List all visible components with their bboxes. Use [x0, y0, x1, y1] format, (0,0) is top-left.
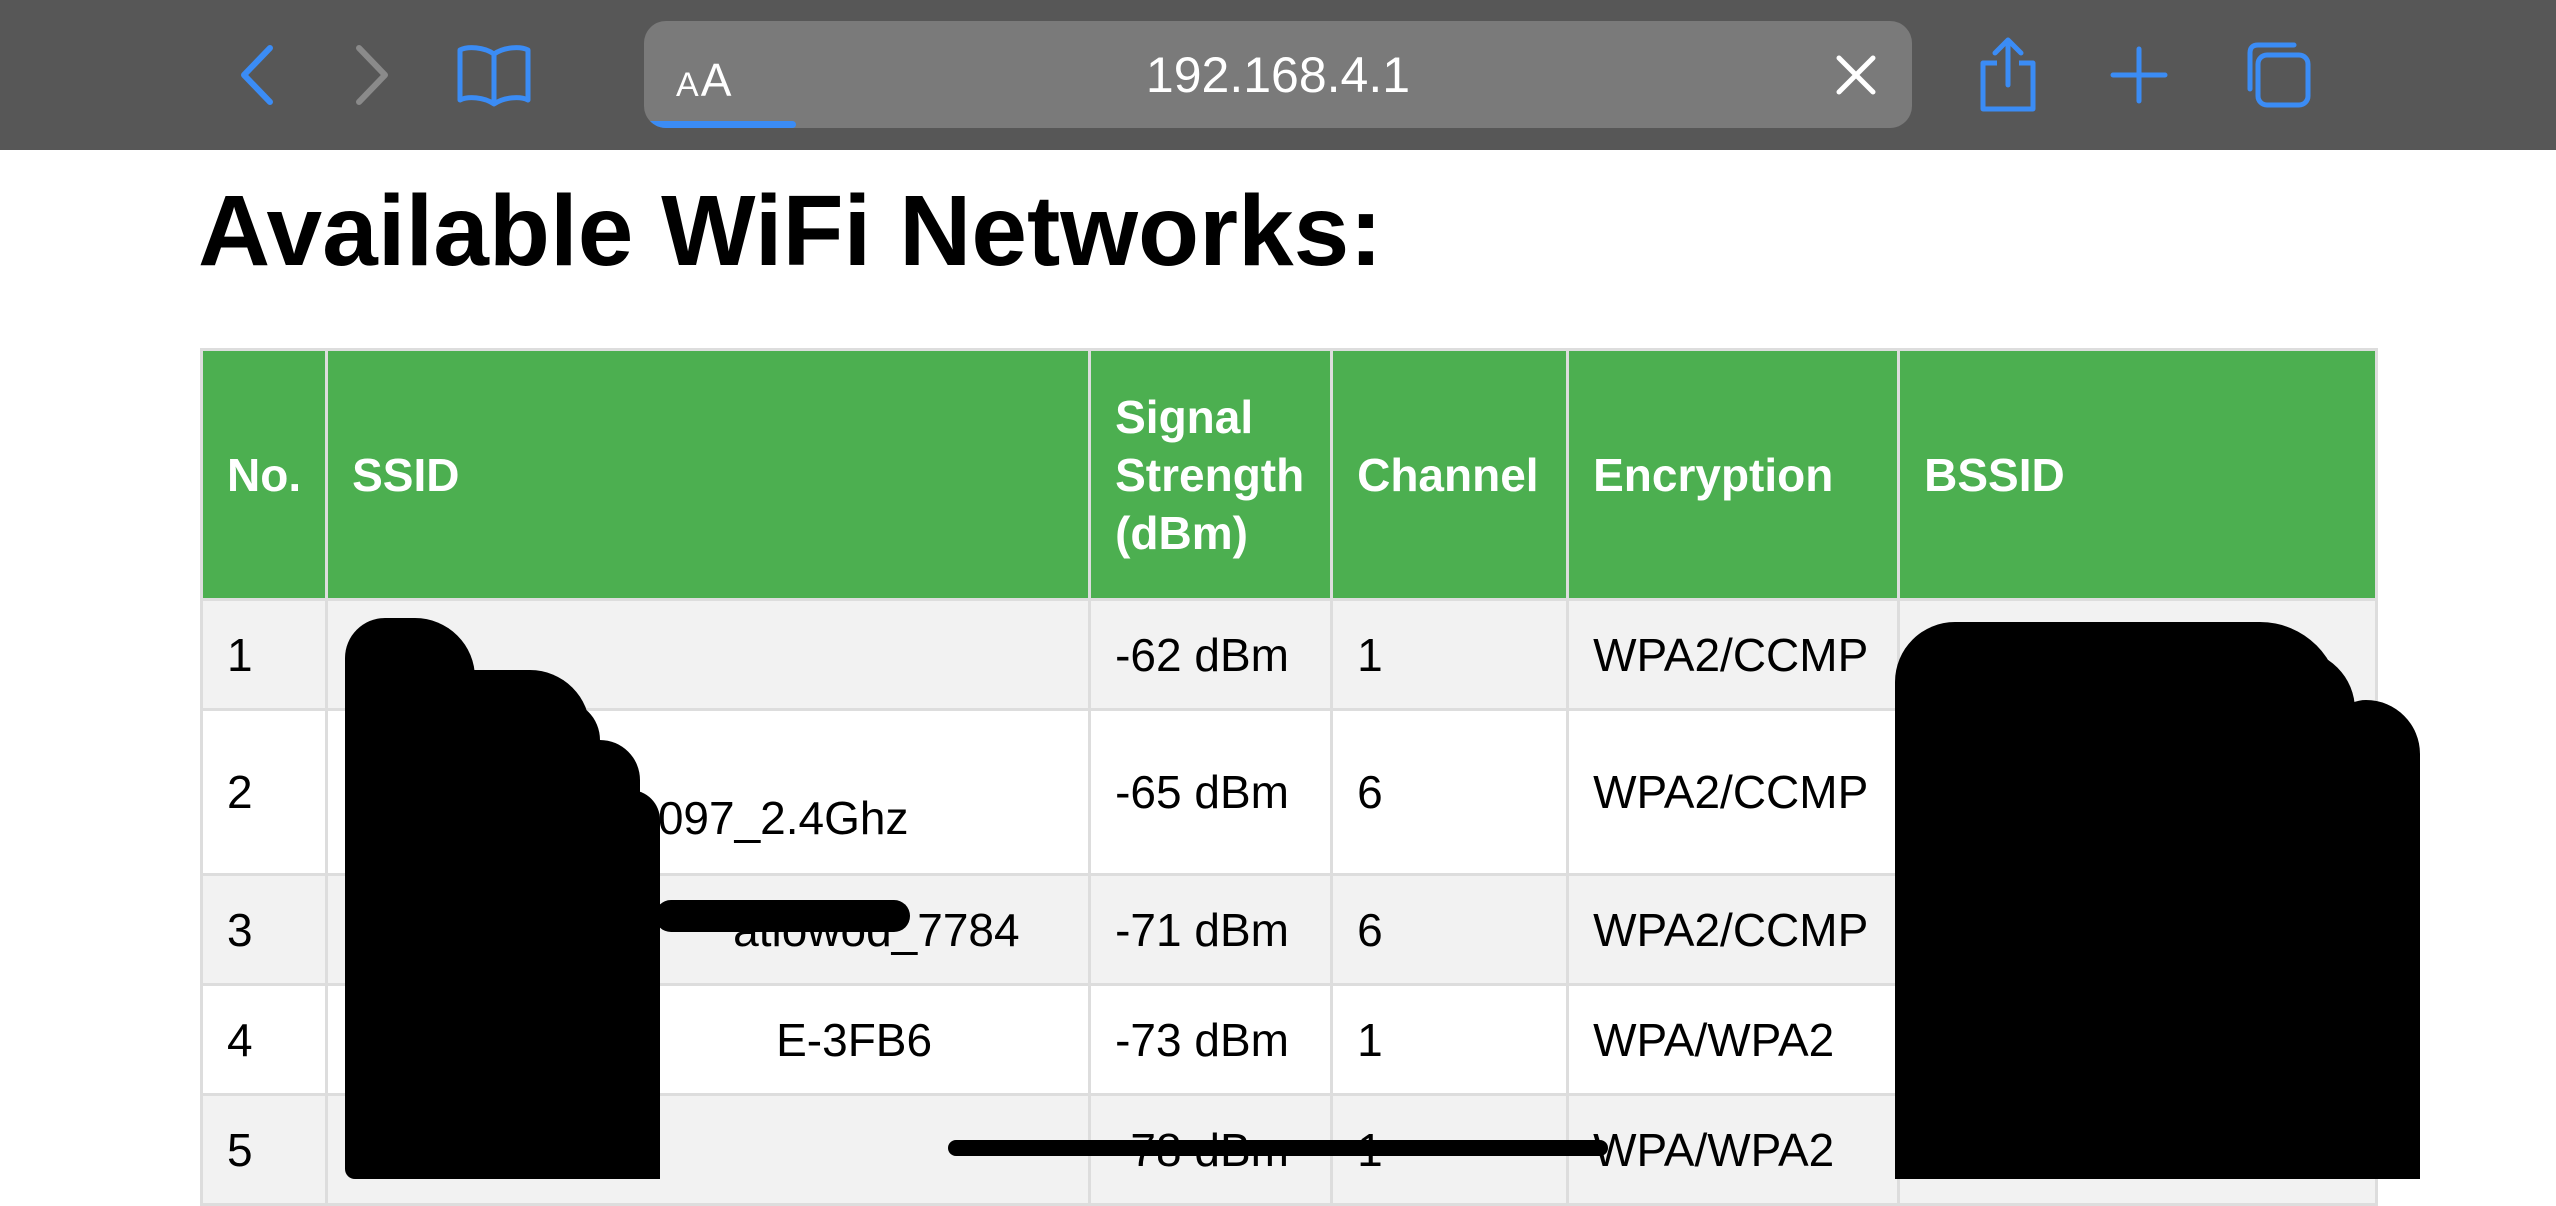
- table-row: 2 atlowod_2097_2.4Ghz -65 dBm 6 WPA2/CCM…: [199, 708, 2379, 876]
- cell-bssid: [1897, 873, 2379, 986]
- page-load-progress-bar: [644, 121, 797, 128]
- cell-signal: -73 dBm: [1088, 983, 1334, 1096]
- chevron-left-icon: [241, 45, 273, 105]
- close-icon: [1836, 55, 1876, 95]
- table-header-row: No. SSID Signal Strength (dBm) Channel E…: [199, 348, 2379, 601]
- cell-bssid: [1897, 983, 2379, 1096]
- header-no: No.: [199, 348, 329, 601]
- table-row: 4 E-3FB6 -73 dBm 1 WPA/WPA2: [199, 983, 2379, 1096]
- chevron-right-icon: [356, 45, 388, 105]
- cell-ssid: [325, 598, 1092, 711]
- share-icon: [1980, 37, 2036, 112]
- url-text[interactable]: 192.168.4.1: [644, 21, 1912, 128]
- cell-bssid: [1897, 708, 2379, 876]
- bookmarks-button[interactable]: [444, 30, 544, 120]
- cell-encryption: WPA/WPA2: [1566, 1093, 1901, 1206]
- cell-signal: -65 dBm: [1088, 708, 1334, 876]
- cell-encryption: WPA2/CCMP: [1566, 873, 1901, 986]
- share-button[interactable]: [1958, 30, 2058, 120]
- cell-bssid: [1897, 598, 2379, 711]
- cell-ssid: E-3FB6: [325, 983, 1092, 1096]
- cell-signal: -71 dBm: [1088, 873, 1334, 986]
- address-bar[interactable]: A A 192.168.4.1: [644, 21, 1912, 128]
- cell-channel: 1: [1330, 983, 1570, 1096]
- cell-no: 5: [199, 1093, 329, 1206]
- header-channel: Channel: [1330, 348, 1570, 601]
- tabs-button[interactable]: [2228, 30, 2328, 120]
- wifi-networks-table: No. SSID Signal Strength (dBm) Channel E…: [199, 348, 2379, 1206]
- cell-ssid: atlowod_2097_2.4Ghz: [325, 708, 1092, 876]
- cell-no: 2: [199, 708, 329, 876]
- cell-channel: 6: [1330, 873, 1570, 986]
- page-title: Available WiFi Networks:: [198, 175, 1383, 287]
- cell-no: 4: [199, 983, 329, 1096]
- header-bssid: BSSID: [1897, 348, 2379, 601]
- new-tab-button[interactable]: [2089, 30, 2189, 120]
- table-row: 3 atlowod_7784 -71 dBm 6 WPA2/CCMP: [199, 873, 2379, 986]
- cell-encryption: WPA2/CCMP: [1566, 598, 1901, 711]
- table-row: 1 -62 dBm 1 WPA2/CCMP: [199, 598, 2379, 711]
- plus-icon: [2110, 46, 2168, 104]
- home-indicator: [948, 1140, 1608, 1156]
- back-button[interactable]: [207, 30, 307, 120]
- cell-no: 1: [199, 598, 329, 711]
- header-encryption: Encryption: [1566, 348, 1901, 601]
- cell-signal: -62 dBm: [1088, 598, 1334, 711]
- cell-channel: 1: [1330, 598, 1570, 711]
- forward-button[interactable]: [322, 30, 422, 120]
- cell-encryption: WPA2/CCMP: [1566, 708, 1901, 876]
- clear-url-button[interactable]: [1824, 43, 1888, 107]
- book-icon: [457, 45, 531, 107]
- cell-channel: 6: [1330, 708, 1570, 876]
- header-signal: Signal Strength (dBm): [1088, 348, 1334, 601]
- cell-no: 3: [199, 873, 329, 986]
- browser-toolbar: A A 192.168.4.1: [0, 0, 2556, 150]
- cell-bssid: [1897, 1093, 2379, 1206]
- header-ssid: SSID: [325, 348, 1092, 601]
- cell-ssid: atlowod_7784: [325, 873, 1092, 986]
- tabs-icon: [2247, 42, 2311, 108]
- cell-encryption: WPA/WPA2: [1566, 983, 1901, 1096]
